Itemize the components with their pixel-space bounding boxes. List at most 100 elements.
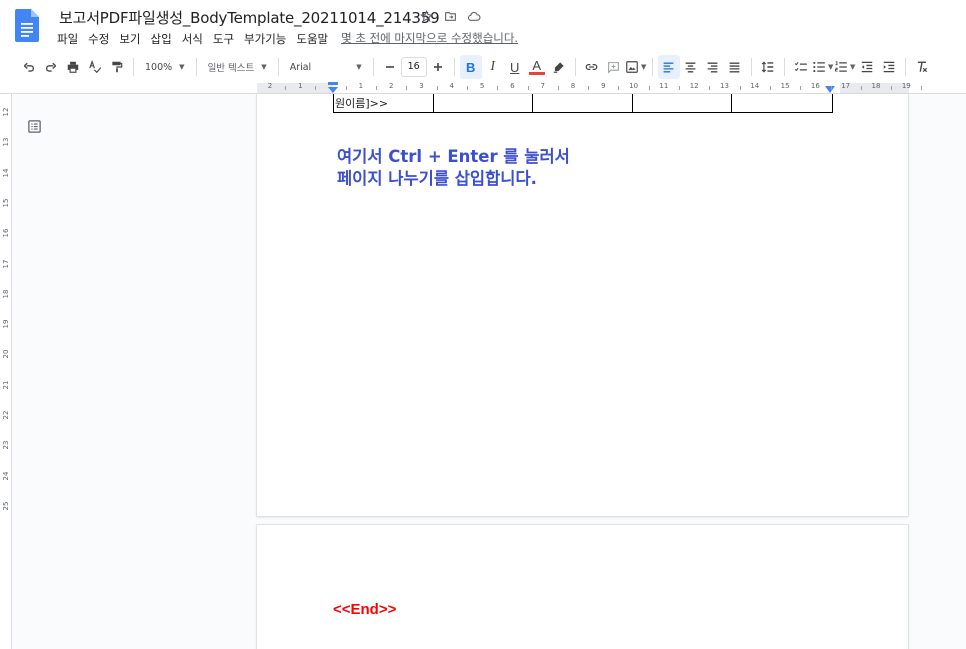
document-outline-icon[interactable] (25, 117, 43, 135)
menu-file[interactable]: 파일 (52, 30, 83, 48)
table-cell[interactable] (633, 94, 733, 112)
paint-format-icon[interactable] (106, 55, 128, 79)
ruler-number: 10 (629, 82, 639, 90)
chevron-down-icon: ▼ (261, 63, 267, 71)
font-select[interactable]: Arial ▼ (284, 55, 368, 79)
spellcheck-icon[interactable] (84, 55, 106, 79)
ruler-tick (679, 86, 681, 90)
zoom-select[interactable]: 100% ▼ (139, 55, 191, 79)
table-cell[interactable] (533, 94, 633, 112)
ruler-number: 22 (2, 410, 10, 420)
style-select[interactable]: 일반 텍스트 ▼ (202, 55, 273, 79)
docs-logo-icon[interactable] (15, 9, 39, 42)
ruler-tick (769, 86, 771, 90)
ruler-number: 17 (841, 82, 851, 90)
document-page[interactable]: <<End>> (257, 525, 908, 649)
menu-addons[interactable]: 부가기능 (239, 30, 291, 48)
ruler-tick (709, 86, 711, 90)
menu-format[interactable]: 서식 (177, 30, 208, 48)
table-cell[interactable]: 원이름]>> (334, 94, 434, 112)
toolbar-separator (651, 58, 653, 76)
toolbar-separator (133, 58, 134, 76)
ruler-number: 13 (720, 82, 729, 90)
chevron-down-icon: ▼ (640, 63, 647, 71)
ruler-tick (648, 86, 650, 90)
italic-button[interactable]: I (482, 55, 504, 79)
toolbar-separator (372, 58, 374, 76)
ruler-number: 24 (2, 471, 10, 481)
chevron-down-icon: ▼ (179, 63, 185, 71)
ruler-number: 15 (780, 82, 790, 90)
align-left-icon[interactable] (657, 55, 680, 79)
align-justify-icon[interactable] (724, 55, 746, 79)
underline-button[interactable]: U (504, 55, 526, 79)
ruler-tick (921, 86, 923, 90)
ruler-number: 2 (267, 82, 273, 90)
chevron-down-icon: ▼ (849, 63, 856, 71)
numbered-list-icon[interactable]: ▼ (834, 55, 856, 79)
toolbar-separator (783, 58, 785, 76)
last-edit-link[interactable]: 몇 초 전에 마지막으로 수정했습니다. (333, 30, 524, 48)
text-color-button[interactable]: A (526, 55, 548, 79)
undo-icon[interactable] (18, 55, 40, 79)
vertical-ruler[interactable]: 12 13 14 15 16 17 18 19 20 21 22 23 24 25 (0, 94, 12, 649)
redo-icon[interactable] (40, 55, 62, 79)
print-icon[interactable] (62, 55, 84, 79)
ruler-number: 25 (2, 501, 10, 511)
menu-edit[interactable]: 수정 (83, 30, 114, 48)
ruler-number: 5 (479, 82, 485, 90)
checklist-icon[interactable] (790, 55, 812, 79)
insert-link-icon[interactable] (581, 55, 603, 79)
table-fragment[interactable]: 원이름]>> (333, 94, 833, 113)
font-size-input[interactable]: 16 (400, 57, 427, 77)
ruler-number: 8 (570, 82, 576, 90)
ruler-tick (588, 86, 590, 90)
menu-bar: 파일 수정 보기 삽입 서식 도구 부가기능 도움말 몇 초 전에 마지막으로 … (52, 30, 524, 48)
ruler-tick (527, 86, 529, 90)
menu-help[interactable]: 도움말 (291, 30, 333, 48)
ruler-number: 1 (298, 82, 303, 90)
ruler-tick (618, 86, 620, 90)
document-page[interactable]: 원이름]>> 여기서 Ctrl + Enter 를 눌러서 페이지 나누기를 삽… (257, 94, 908, 516)
decrease-indent-icon[interactable] (856, 55, 878, 79)
ruler-number: 14 (2, 168, 10, 178)
increase-indent-icon[interactable] (878, 55, 900, 79)
ruler-number: 6 (510, 82, 515, 90)
line-spacing-icon[interactable] (757, 55, 779, 79)
menu-view[interactable]: 보기 (114, 30, 145, 48)
ruler-tick (891, 86, 893, 90)
horizontal-ruler[interactable]: 2 1 1 2 3 4 5 6 7 8 9 10 11 12 13 14 15 16 17 18 19 (0, 82, 966, 94)
instruction-line-1: 여기서 Ctrl + Enter 를 눌러서 (337, 147, 570, 166)
end-marker-text[interactable]: <<End>> (333, 601, 396, 618)
menu-insert[interactable]: 삽입 (146, 30, 177, 48)
cloud-status-icon[interactable] (466, 8, 482, 24)
document-title[interactable]: 보고서PDF파일생성_BodyTemplate_20211014_214359 (59, 7, 440, 28)
toolbar-separator (750, 58, 752, 76)
menu-tools[interactable]: 도구 (208, 30, 239, 48)
bold-button[interactable]: B (459, 55, 482, 79)
table-cell-text: 원이름]>> (335, 97, 389, 110)
insert-image-icon[interactable]: ▼ (625, 55, 647, 79)
toolbar-separator (453, 58, 455, 76)
increase-font-size-button[interactable] (427, 55, 449, 79)
bulleted-list-icon[interactable]: ▼ (812, 55, 834, 79)
page-break-instruction[interactable]: 여기서 Ctrl + Enter 를 눌러서 페이지 나누기를 삽입합니다. (337, 146, 570, 190)
ruler-tick (406, 86, 408, 90)
move-folder-icon[interactable] (442, 8, 458, 24)
clear-formatting-icon[interactable] (911, 55, 933, 79)
ruler-tick (436, 86, 438, 90)
decrease-font-size-button[interactable] (379, 55, 401, 79)
align-right-icon[interactable] (702, 55, 724, 79)
ruler-tick (557, 86, 559, 90)
add-comment-icon[interactable] (603, 55, 625, 79)
star-icon[interactable] (418, 8, 434, 24)
first-line-indent-marker-icon[interactable] (327, 82, 339, 94)
ruler-number: 12 (689, 82, 699, 90)
ruler-tick (860, 86, 862, 90)
table-cell[interactable] (434, 94, 534, 112)
table-cell[interactable] (732, 94, 832, 112)
chevron-down-icon: ▼ (356, 63, 362, 71)
align-center-icon[interactable] (680, 55, 702, 79)
toolbar-separator (574, 58, 576, 76)
highlight-color-icon[interactable] (548, 55, 570, 79)
